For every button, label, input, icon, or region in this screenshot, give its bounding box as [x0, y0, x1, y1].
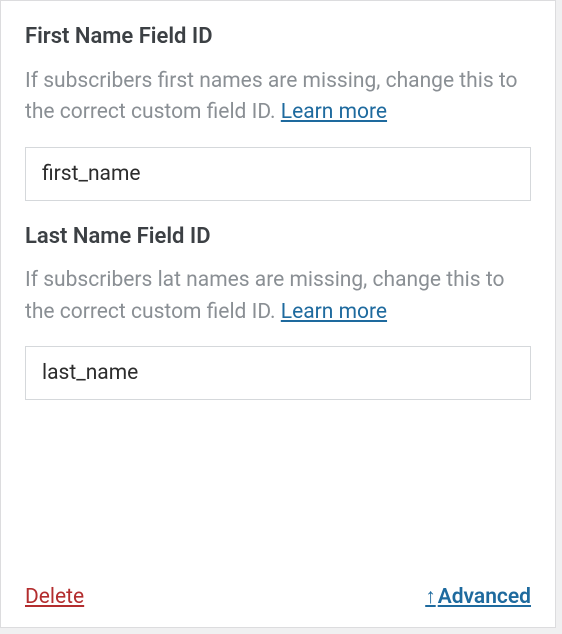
last-name-learn-more-link[interactable]: Learn more [281, 300, 387, 324]
first-name-field-group: First Name Field ID If subscribers first… [25, 23, 531, 201]
last-name-description-text: If subscribers lat names are missing, ch… [25, 268, 504, 324]
last-name-field-input[interactable] [25, 346, 531, 400]
advanced-link-text: Advanced [438, 585, 531, 609]
arrow-up-icon: ↑ [425, 585, 436, 609]
first-name-field-label: First Name Field ID [25, 23, 531, 52]
first-name-field-description: If subscribers first names are missing, … [25, 66, 531, 129]
last-name-field-description: If subscribers lat names are missing, ch… [25, 265, 531, 328]
delete-link[interactable]: Delete [25, 585, 84, 609]
advanced-link[interactable]: ↑Advanced [425, 585, 531, 609]
actions-row: Delete ↑Advanced [25, 577, 531, 609]
last-name-field-group: Last Name Field ID If subscribers lat na… [25, 223, 531, 401]
first-name-field-input[interactable] [25, 147, 531, 201]
last-name-field-label: Last Name Field ID [25, 223, 531, 252]
first-name-learn-more-link[interactable]: Learn more [281, 100, 387, 124]
settings-panel: First Name Field ID If subscribers first… [0, 0, 556, 628]
first-name-description-text: If subscribers first names are missing, … [25, 69, 518, 125]
